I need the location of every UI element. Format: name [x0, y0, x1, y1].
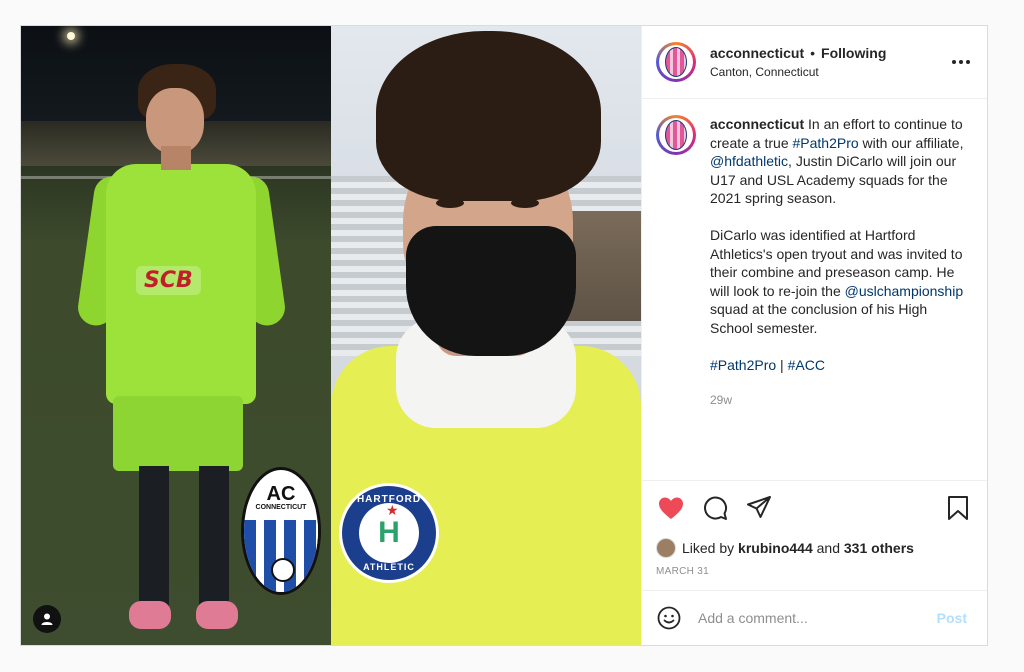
- likes-middle: and: [816, 540, 840, 556]
- comment-bar: Post: [642, 590, 987, 645]
- header-username[interactable]: acconnecticut: [710, 45, 804, 61]
- ac-logo-subtitle: CONNECTICUT: [244, 504, 318, 511]
- post-sidebar: acconnecticut • Following Canton, Connecti…: [641, 26, 987, 645]
- hartford-logo-bottom: ATHLETIC: [363, 562, 415, 572]
- profile-avatar[interactable]: [656, 42, 696, 82]
- hashtag-link[interactable]: #ACC: [788, 357, 825, 373]
- caption-text-segment: squad at the conclusion of his High Scho…: [710, 301, 928, 336]
- paper-plane-icon[interactable]: [744, 493, 774, 523]
- liker-avatar[interactable]: [656, 538, 676, 558]
- likes-others-link[interactable]: 331 others: [844, 540, 914, 556]
- comment-icon[interactable]: [700, 493, 730, 523]
- post-comment-button[interactable]: Post: [931, 609, 973, 627]
- smiley-icon[interactable]: [656, 605, 682, 631]
- mention-link[interactable]: @uslchampionship: [845, 283, 964, 299]
- caption-area: acconnecticut In an effort to continue t…: [642, 99, 987, 480]
- bookmark-icon[interactable]: [943, 493, 973, 523]
- player-photo-right: HARTFORD ★ H ATHLETIC: [331, 26, 641, 645]
- liker-username[interactable]: krubino444: [738, 540, 813, 556]
- heart-filled-icon[interactable]: [656, 493, 686, 523]
- user-icon[interactable]: [33, 605, 61, 633]
- post-age[interactable]: 29w: [710, 391, 973, 410]
- caption-text-segment: |: [776, 356, 788, 373]
- following-button[interactable]: Following: [821, 45, 886, 61]
- caption-text-segment: with our affiliate,: [858, 134, 964, 151]
- more-horizontal-icon[interactable]: [949, 50, 973, 74]
- likes-summary: Liked by krubino444 and 331 others: [642, 534, 987, 562]
- header-separator: •: [810, 45, 816, 61]
- player-hair: [376, 31, 601, 201]
- post-date[interactable]: MARCH 31: [642, 562, 987, 590]
- post-media[interactable]: SCB AC CONNECTICUT HARTFORD ★ H ATHLETIC: [21, 26, 641, 645]
- club-logo-icon: [665, 47, 687, 77]
- action-bar: [642, 480, 987, 534]
- club-logo-icon: [665, 120, 687, 150]
- post-location[interactable]: Canton, Connecticut: [710, 65, 949, 79]
- ac-connecticut-logo: AC CONNECTICUT: [241, 467, 321, 595]
- mention-link[interactable]: @hfdathletic: [710, 153, 788, 169]
- soccer-ball-icon: [271, 558, 295, 582]
- caption-username[interactable]: acconnecticut: [710, 116, 804, 132]
- caption-avatar[interactable]: [656, 115, 696, 155]
- hartford-athletic-logo: HARTFORD ★ H ATHLETIC: [339, 483, 439, 583]
- jersey-sponsor: SCB: [136, 266, 201, 295]
- comment-input[interactable]: [696, 609, 931, 627]
- hashtag-link[interactable]: #Path2Pro: [710, 357, 776, 373]
- player-photo-left: SCB AC CONNECTICUT: [21, 26, 331, 645]
- likes-prefix: Liked by: [682, 540, 735, 556]
- floodlight: [67, 32, 75, 40]
- caption-text: acconnecticut In an effort to continue t…: [710, 115, 973, 409]
- hashtag-link[interactable]: #Path2Pro: [793, 135, 859, 151]
- post-header: acconnecticut • Following Canton, Connecti…: [642, 26, 987, 99]
- ac-logo-title: AC: [266, 483, 296, 505]
- face-mask: [406, 226, 576, 356]
- star-icon: ★: [386, 502, 399, 518]
- instagram-post: SCB AC CONNECTICUT HARTFORD ★ H ATHLETIC…: [20, 25, 988, 646]
